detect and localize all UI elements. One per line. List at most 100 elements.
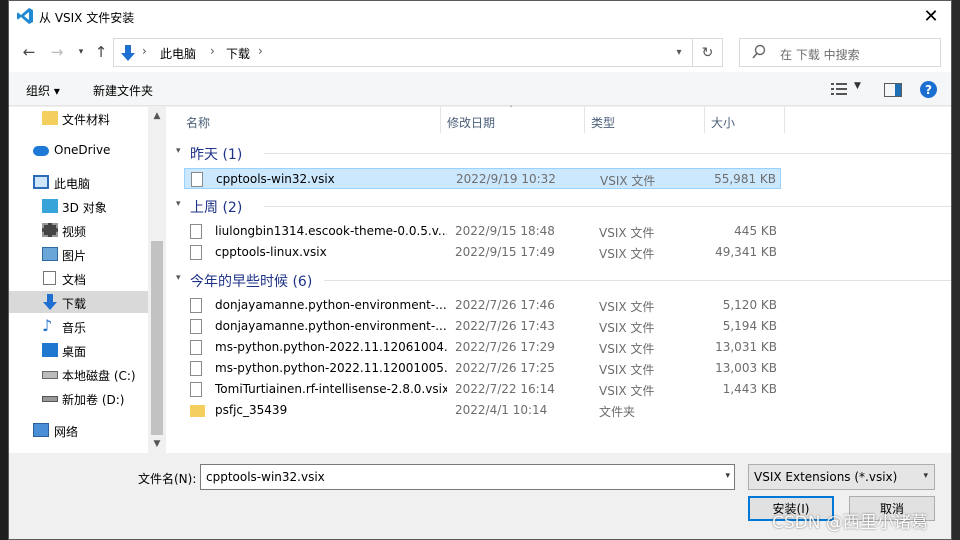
sidebar-item-downloads[interactable]: 下载	[9, 291, 148, 313]
file-row[interactable]: donjayamanne.python-environment-... 2022…	[184, 316, 781, 337]
sidebar-item-drive-d[interactable]: 新加卷 (D:)	[9, 387, 148, 409]
up-arrow-icon[interactable]: ↑	[91, 40, 111, 64]
file-type: VSIX 文件	[599, 384, 655, 398]
filename-label: 文件名(N):	[138, 472, 197, 486]
file-type: VSIX 文件	[599, 247, 655, 261]
sidebar-item-desktop[interactable]: 桌面	[9, 339, 148, 361]
computer-icon	[33, 175, 49, 189]
chevron-down-icon: ▾	[923, 471, 928, 481]
new-folder-button[interactable]: 新建文件夹	[93, 82, 153, 99]
column-header-date[interactable]: 修改日期	[441, 107, 585, 133]
sidebar-item-onedrive[interactable]: OneDrive	[9, 139, 148, 161]
close-button[interactable]: ✕	[911, 1, 951, 32]
file-row[interactable]: cpptools-linux.vsix 2022/9/15 17:49 VSIX…	[184, 242, 781, 263]
recent-locations-icon[interactable]: ▾	[71, 40, 91, 64]
view-dropdown-icon[interactable]: ▼	[854, 81, 861, 91]
file-icon	[190, 245, 202, 260]
sidebar-scrollbar[interactable]: ▲ ▼	[148, 107, 166, 453]
chevron-right-icon: ›	[142, 44, 147, 58]
file-list: 名称 ˇ 修改日期 类型 大小 ▾ 昨天 (1) cpptools-win32.…	[166, 105, 951, 453]
sidebar-item-network[interactable]: 网络	[9, 419, 148, 441]
sidebar-item-3d-objects[interactable]: 3D 对象	[9, 195, 148, 217]
video-icon	[42, 223, 58, 237]
file-row[interactable]: ms-python.python-2022.11.12061004.... 20…	[184, 337, 781, 358]
sidebar-item-videos[interactable]: 视频	[9, 219, 148, 241]
file-row[interactable]: donjayamanne.python-environment-... 2022…	[184, 295, 781, 316]
search-box[interactable]: 在 下载 中搜索	[739, 38, 941, 67]
file-size: 5,194 KB	[722, 319, 777, 333]
file-date: 2022/7/26 17:46	[455, 298, 555, 312]
sidebar-item-music[interactable]: ♪ 音乐	[9, 315, 148, 337]
file-date: 2022/7/26 17:43	[455, 319, 555, 333]
sidebar-item-label: 新加卷 (D:)	[62, 393, 125, 407]
scroll-down-icon[interactable]: ▼	[148, 435, 166, 453]
file-date: 2022/7/26 17:29	[455, 340, 555, 354]
documents-icon	[43, 271, 56, 285]
column-header-size[interactable]: 大小	[705, 107, 785, 133]
file-icon	[190, 340, 202, 355]
filetype-select[interactable]: VSIX Extensions (*.vsix) ▾	[748, 464, 935, 490]
title-bar: 从 VSIX 文件安装 ✕	[9, 1, 951, 32]
file-name: TomiTurtiainen.rf-intellisense-2.8.0.vsi…	[215, 382, 447, 396]
file-name: ms-python.python-2022.11.12061004....	[215, 340, 447, 354]
sidebar-item-label: 文件材料	[62, 113, 111, 127]
address-bar[interactable]: › 此电脑 › 下载 › ▾	[113, 38, 693, 67]
back-arrow-icon[interactable]: ←	[19, 40, 39, 64]
column-header-type[interactable]: 类型	[585, 107, 705, 133]
view-options-icon[interactable]	[830, 81, 848, 97]
address-dropdown-icon[interactable]: ▾	[666, 39, 692, 66]
column-label: 名称	[186, 116, 211, 130]
drive-icon	[42, 396, 58, 402]
file-icon	[190, 298, 202, 313]
chevron-down-icon[interactable]: ▾	[725, 471, 730, 481]
help-icon[interactable]: ?	[920, 81, 937, 98]
search-placeholder: 在 下载 中搜索	[780, 48, 860, 62]
chevron-right-icon: ›	[258, 44, 263, 58]
navigation-bar: ← → ▾ ↑ › 此电脑 › 下载 › ▾ ↻ 在 下载 中搜索	[9, 32, 951, 72]
column-header-name[interactable]: 名称	[180, 107, 441, 133]
file-size: 55,981 KB	[714, 172, 776, 186]
column-label: 修改日期	[447, 116, 496, 130]
breadcrumb-this-pc[interactable]: 此电脑	[160, 45, 196, 62]
group-divider	[324, 280, 951, 281]
sidebar-item-label: 本地磁盘 (C:)	[62, 369, 136, 383]
3d-objects-icon	[42, 199, 58, 213]
folder-row[interactable]: psfjc_35439 2022/4/1 10:14 文件夹	[184, 400, 781, 421]
file-type: VSIX 文件	[599, 321, 655, 335]
sidebar-item-pictures[interactable]: 图片	[9, 243, 148, 265]
group-header-last-week[interactable]: ▾ 上周 (2)	[174, 196, 951, 216]
forward-arrow-icon[interactable]: →	[47, 40, 67, 64]
file-row[interactable]: cpptools-win32.vsix 2022/9/19 10:32 VSIX…	[184, 168, 781, 189]
file-type: VSIX 文件	[599, 226, 655, 240]
file-row[interactable]: ms-python.python-2022.11.12001005.... 20…	[184, 358, 781, 379]
file-name: donjayamanne.python-environment-...	[215, 319, 447, 333]
refresh-button[interactable]: ↻	[693, 38, 723, 67]
file-date: 2022/9/15 17:49	[455, 245, 555, 259]
preview-pane-icon[interactable]	[884, 83, 902, 97]
file-name: liulongbin1314.escook-theme-0.0.5.v...	[215, 224, 447, 238]
sidebar-item-documents[interactable]: 文档	[9, 267, 148, 289]
drive-icon	[42, 371, 58, 379]
chevron-down-icon: ▾	[176, 146, 181, 156]
pictures-icon	[42, 247, 58, 261]
file-row[interactable]: TomiTurtiainen.rf-intellisense-2.8.0.vsi…	[184, 379, 781, 400]
column-label: 大小	[711, 116, 736, 130]
download-icon	[43, 294, 57, 310]
sidebar-item-this-pc[interactable]: 此电脑	[9, 171, 148, 193]
sidebar-item-label: 图片	[62, 249, 87, 263]
chevron-down-icon: ▾	[176, 199, 181, 209]
file-row[interactable]: liulongbin1314.escook-theme-0.0.5.v... 2…	[184, 221, 781, 242]
breadcrumb-downloads[interactable]: 下载	[226, 45, 250, 62]
file-icon	[190, 319, 202, 334]
scrollbar-thumb[interactable]	[151, 241, 163, 435]
filename-input[interactable]: cpptools-win32.vsix ▾	[200, 464, 735, 490]
background-strip	[952, 0, 960, 540]
group-header-yesterday[interactable]: ▾ 昨天 (1)	[174, 143, 951, 163]
group-header-earlier-this-year[interactable]: ▾ 今年的早些时候 (6)	[174, 270, 951, 290]
scroll-up-icon[interactable]: ▲	[148, 107, 166, 125]
file-size: 1,443 KB	[722, 382, 777, 396]
sidebar-item-drive-c[interactable]: 本地磁盘 (C:)	[9, 363, 148, 385]
organize-menu[interactable]: 组织 ▾	[26, 82, 60, 99]
sidebar-item-file-materials[interactable]: 文件材料	[9, 107, 148, 129]
file-type: VSIX 文件	[600, 174, 656, 188]
